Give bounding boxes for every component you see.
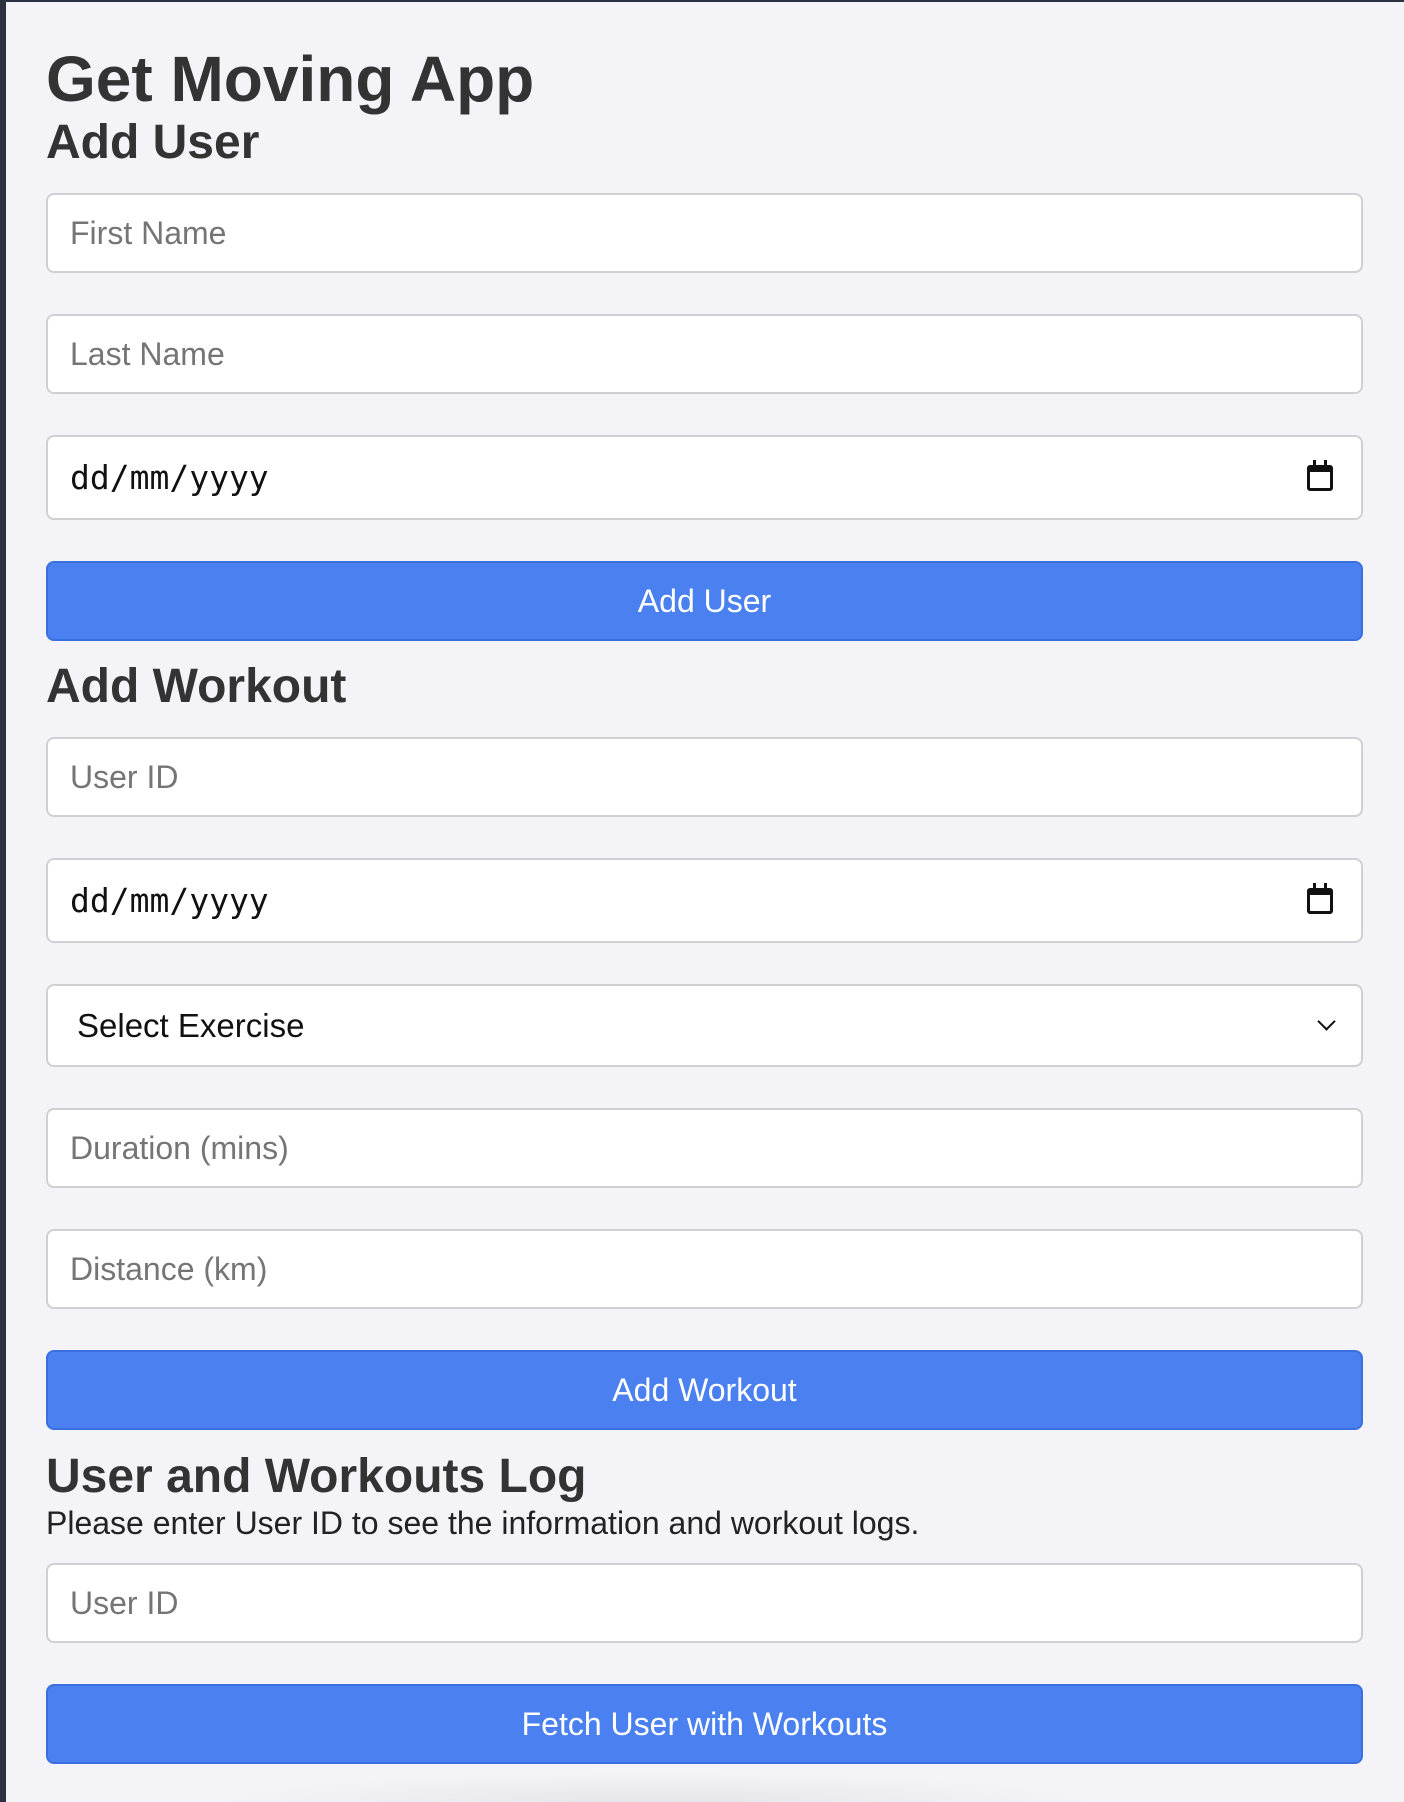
last-name-placeholder: Last Name <box>70 335 225 372</box>
add-workout-heading: Add Workout <box>46 660 347 713</box>
add-user-button[interactable]: Add User <box>46 561 1363 641</box>
app-window: Get Moving App Add User First Name Last … <box>6 2 1404 1802</box>
last-name-input[interactable]: Last Name <box>46 314 1363 394</box>
chevron-down-icon <box>1317 1012 1336 1031</box>
first-name-placeholder: First Name <box>70 214 227 251</box>
log-user-id-placeholder: User ID <box>70 1584 179 1621</box>
add-user-heading: Add User <box>46 116 260 169</box>
duration-input[interactable]: Duration (mins) <box>46 1108 1363 1188</box>
add-workout-button[interactable]: Add Workout <box>46 1350 1363 1430</box>
calendar-icon[interactable] <box>1307 459 1333 491</box>
fetch-user-button[interactable]: Fetch User with Workouts <box>46 1684 1363 1764</box>
user-date-placeholder: dd/mm/yyyy <box>70 458 269 497</box>
log-description: Please enter User ID to see the informat… <box>46 1505 920 1541</box>
log-heading: User and Workouts Log <box>46 1450 587 1503</box>
first-name-input[interactable]: First Name <box>46 193 1363 273</box>
log-user-id-input[interactable]: User ID <box>46 1563 1363 1643</box>
window-shadow <box>206 1772 1106 1802</box>
workout-date-input[interactable]: dd/mm/yyyy <box>46 858 1363 943</box>
app-title: Get Moving App <box>46 43 535 115</box>
workout-user-id-input[interactable]: User ID <box>46 737 1363 817</box>
exercise-select-value: Select Exercise <box>77 1006 305 1044</box>
distance-placeholder: Distance (km) <box>70 1250 268 1287</box>
calendar-icon[interactable] <box>1307 882 1333 914</box>
user-date-input[interactable]: dd/mm/yyyy <box>46 435 1363 520</box>
distance-input[interactable]: Distance (km) <box>46 1229 1363 1309</box>
duration-placeholder: Duration (mins) <box>70 1129 289 1166</box>
exercise-select[interactable]: Select Exercise <box>46 984 1363 1067</box>
workout-date-placeholder: dd/mm/yyyy <box>70 881 269 920</box>
workout-user-id-placeholder: User ID <box>70 758 179 795</box>
